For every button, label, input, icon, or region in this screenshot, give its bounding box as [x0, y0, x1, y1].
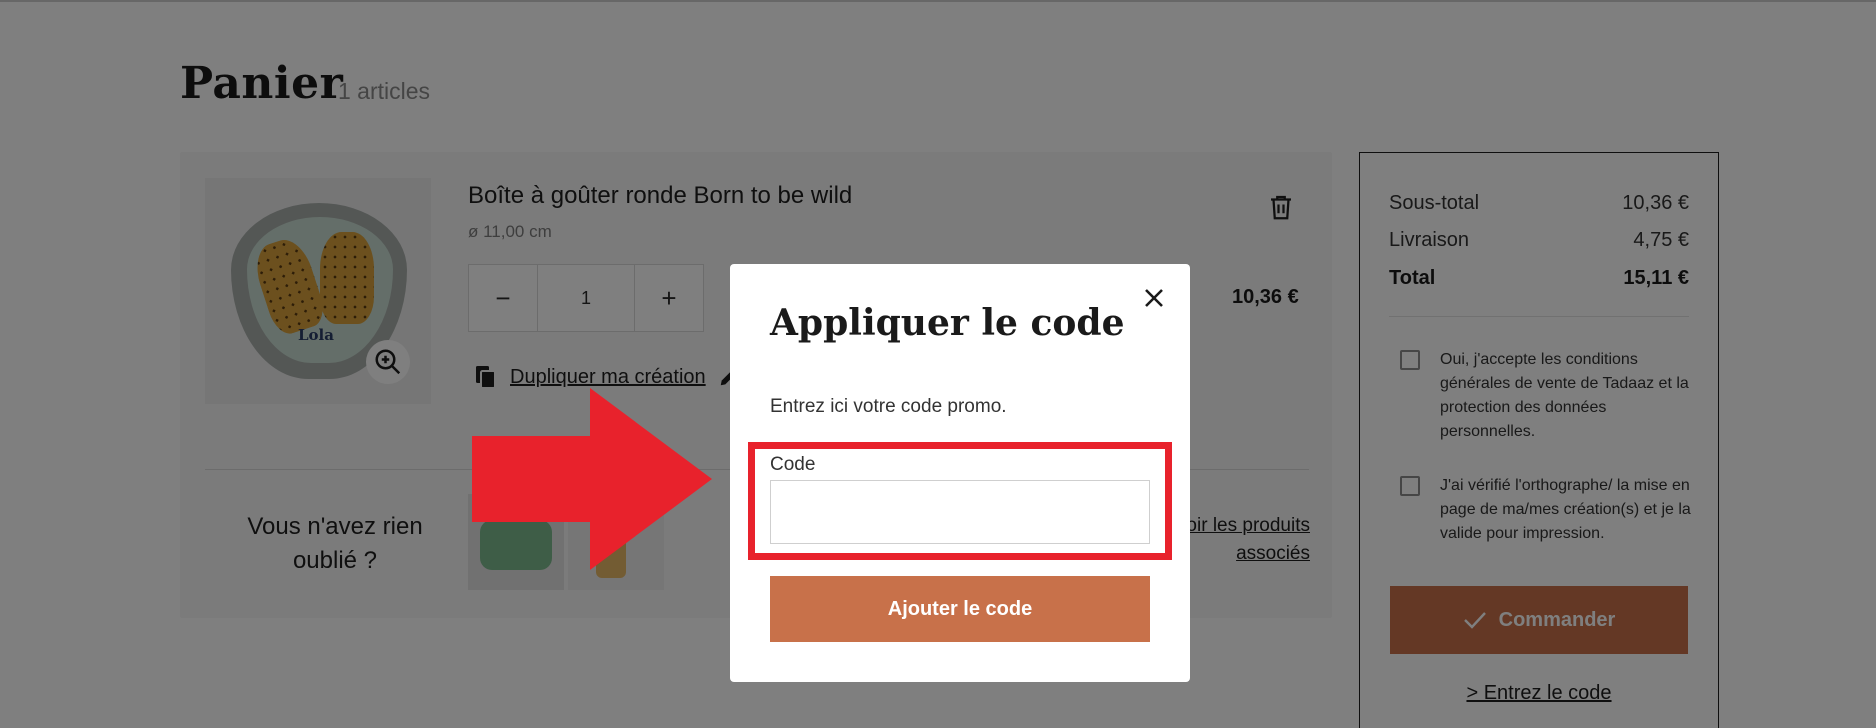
- annotation-highlight-box: [748, 442, 1172, 560]
- add-code-button[interactable]: Ajouter le code: [770, 576, 1150, 642]
- dialog-title: Appliquer le code: [770, 302, 1125, 344]
- cart-page: Panier 1 articles Lola Boîte à goûter ro…: [0, 0, 1876, 728]
- annotation-arrow-icon: [472, 388, 712, 570]
- close-icon: [1145, 289, 1163, 307]
- dialog-description: Entrez ici votre code promo.: [770, 396, 1007, 417]
- close-dialog-button[interactable]: [1138, 282, 1170, 314]
